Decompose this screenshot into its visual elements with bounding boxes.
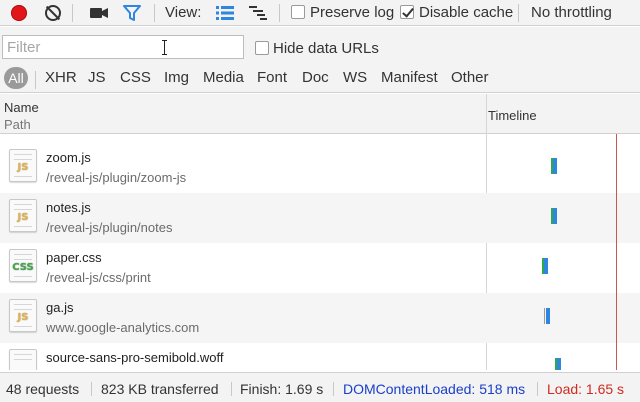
table-row[interactable]: JS notes.js /reveal-js/plugin/notes <box>0 193 640 243</box>
clear-icon[interactable] <box>42 2 64 24</box>
disable-cache-checkbox[interactable] <box>400 5 414 19</box>
preserve-log-label: Preserve log <box>310 4 395 21</box>
request-path: www.google-analytics.com <box>46 320 200 335</box>
hide-data-urls-checkbox[interactable] <box>255 41 269 55</box>
type-filter-all[interactable]: All <box>4 67 28 89</box>
transferred-size: 823 KB transferred <box>101 381 219 397</box>
type-filter-ws[interactable]: WS <box>343 69 367 86</box>
js-file-icon: JS <box>9 149 37 182</box>
status-divider <box>333 382 334 396</box>
type-filter-xhr[interactable]: XHR <box>45 69 77 86</box>
toolbar-divider <box>518 4 519 22</box>
column-name[interactable]: Name <box>4 100 39 115</box>
font-file-icon <box>9 349 37 370</box>
request-name: notes.js <box>46 200 91 215</box>
status-divider <box>231 382 232 396</box>
text-cursor-icon <box>162 40 168 55</box>
type-filter-js[interactable]: JS <box>88 69 106 86</box>
dom-content-loaded-time: DOMContentLoaded: 518 ms <box>343 381 526 397</box>
status-divider <box>91 382 92 396</box>
filter-bar: Hide data URLs <box>0 27 640 66</box>
type-filter-font[interactable]: Font <box>257 69 287 86</box>
js-file-icon: JS <box>9 299 37 332</box>
request-count: 48 requests <box>6 381 80 397</box>
request-name: zoom.js <box>46 150 91 165</box>
table-row[interactable]: CSS paper.css /reveal-js/css/print <box>0 243 640 293</box>
camera-icon[interactable] <box>88 2 110 24</box>
resource-type-filter: All XHR JS CSS Img Media Font Doc WS Man… <box>0 66 640 93</box>
hide-data-urls-label: Hide data URLs <box>273 40 379 57</box>
toolbar-divider <box>279 4 280 22</box>
type-divider <box>35 71 36 89</box>
network-summary-bar: 48 requests 823 KB transferred Finish: 1… <box>0 372 640 402</box>
record-icon[interactable] <box>8 2 30 24</box>
timeline-bar <box>551 158 557 174</box>
throttling-select[interactable]: No throttling <box>531 4 612 21</box>
request-table-header: Name Path Timeline <box>0 94 640 134</box>
disable-cache-label: Disable cache <box>419 4 514 21</box>
finish-time: Finish: 1.69 s <box>240 381 324 397</box>
css-file-icon: CSS <box>9 249 37 282</box>
request-name: paper.css <box>46 250 102 265</box>
table-row[interactable]: source-sans-pro-semibold.woff <box>0 343 640 370</box>
filter-input[interactable] <box>2 35 244 59</box>
type-filter-manifest[interactable]: Manifest <box>381 69 438 86</box>
filter-icon[interactable] <box>121 2 143 24</box>
toolbar-divider <box>72 4 73 22</box>
timeline-bar <box>542 258 548 274</box>
type-filter-other[interactable]: Other <box>451 69 489 86</box>
request-path: /reveal-js/plugin/zoom-js <box>46 170 187 185</box>
column-timeline[interactable]: Timeline <box>488 108 537 123</box>
request-name: ga.js <box>46 300 74 315</box>
timeline-bar <box>544 308 550 324</box>
type-filter-img[interactable]: Img <box>164 69 189 86</box>
type-filter-media[interactable]: Media <box>203 69 244 86</box>
view-label: View: <box>165 4 202 21</box>
table-row[interactable]: JS zoom.js /reveal-js/plugin/zoom-js <box>0 143 640 193</box>
request-name: source-sans-pro-semibold.woff <box>46 350 224 365</box>
preserve-log-checkbox[interactable] <box>291 5 305 19</box>
toolbar-divider <box>154 4 155 22</box>
load-event-marker <box>616 134 617 370</box>
waterfall-icon[interactable] <box>247 2 269 24</box>
request-path: /reveal-js/plugin/notes <box>46 220 173 235</box>
column-path: Path <box>4 117 31 132</box>
table-row[interactable]: JS ga.js www.google-analytics.com <box>0 293 640 343</box>
request-list: JS zoom.js /reveal-js/plugin/zoom-js JS … <box>0 143 640 370</box>
load-time: Load: 1.65 s <box>547 381 625 397</box>
type-filter-css[interactable]: CSS <box>120 69 151 86</box>
js-file-icon: JS <box>9 199 37 232</box>
type-filter-doc[interactable]: Doc <box>302 69 329 86</box>
request-path: /reveal-js/css/print <box>46 270 151 285</box>
timeline-bar <box>555 358 561 370</box>
network-toolbar: View: Preserve log Disable cache No thro… <box>0 0 640 26</box>
large-rows-icon[interactable] <box>214 2 236 24</box>
status-divider <box>537 382 538 396</box>
timeline-bar <box>551 208 557 224</box>
